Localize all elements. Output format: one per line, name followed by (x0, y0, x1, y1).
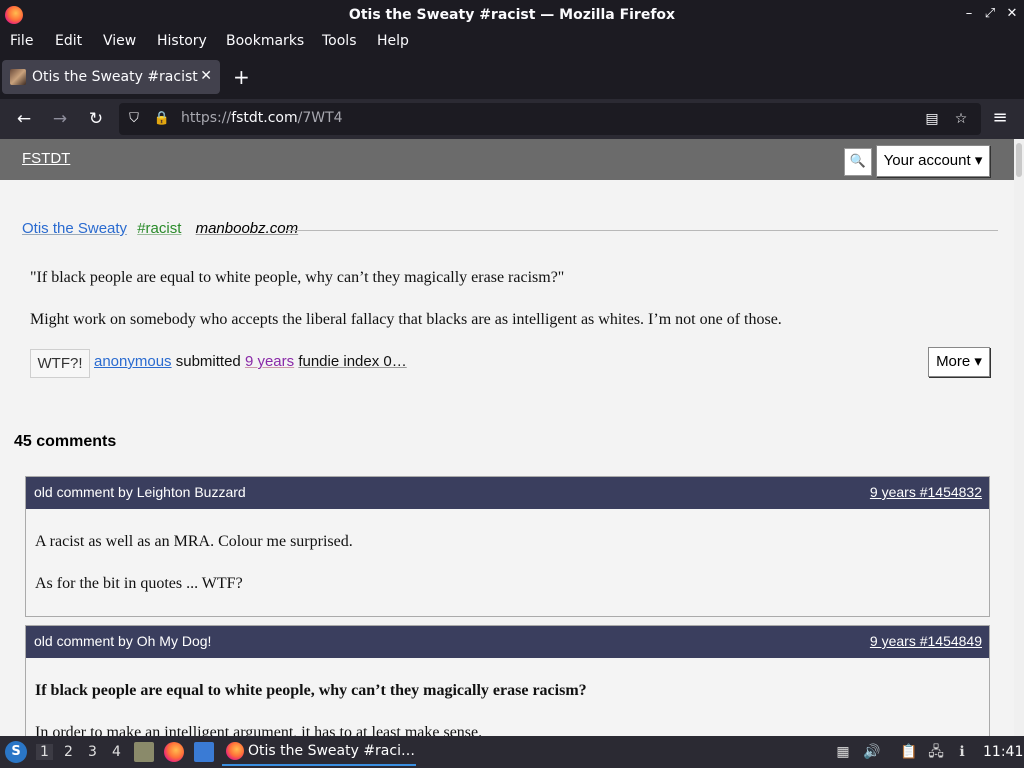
scrollbar[interactable] (1014, 139, 1024, 736)
url-text[interactable]: https://fstdt.com/7WT4 (181, 110, 343, 126)
quote-tag-link[interactable]: #racist (137, 220, 181, 237)
quote-author-link[interactable]: Otis the Sweaty (22, 220, 127, 237)
more-button[interactable]: More ▾ (928, 347, 990, 377)
tracking-shield-icon[interactable]: ⛉ (125, 110, 143, 128)
submission-info: anonymous submitted 9 years fundie index… (94, 353, 407, 370)
site-brand-link[interactable]: FSTDT (22, 150, 70, 167)
comment-quoted-text: If black people are equal to white peopl… (35, 682, 587, 699)
comment-author: old comment by Leighton Buzzard (34, 484, 246, 500)
start-menu-icon[interactable]: S (5, 741, 27, 763)
restore-icon[interactable]: ⤢ (982, 6, 998, 22)
notification-icon[interactable]: ℹ (953, 743, 971, 761)
quote-header: Otis the Sweaty #racist manboobz.com (22, 220, 998, 240)
hamburger-menu-icon[interactable]: ≡ (990, 107, 1010, 131)
forward-arrow-icon[interactable]: → (48, 107, 72, 131)
submitted-text: submitted (175, 353, 241, 370)
close-tab-icon[interactable]: ✕ (200, 68, 212, 84)
comment-card: old comment by Leighton Buzzard 9 years … (25, 476, 990, 617)
menu-edit[interactable]: Edit (55, 33, 82, 49)
reader-view-icon[interactable]: ▤ (923, 110, 941, 128)
scrollbar-thumb[interactable] (1016, 143, 1022, 177)
comment-paragraph: As for the bit in quotes ... WTF? (35, 575, 243, 592)
lock-icon[interactable]: 🔒 (153, 110, 171, 128)
back-arrow-icon[interactable]: ← (12, 107, 36, 131)
fundie-index[interactable]: fundie index 0… (298, 353, 406, 370)
close-window-icon[interactable]: ✕ (1004, 6, 1020, 22)
window-title: Otis the Sweaty #racist — Mozilla Firefo… (348, 7, 676, 23)
comment-header: old comment by Leighton Buzzard 9 years … (26, 477, 989, 509)
web-page: FSTDT 🔍 Your account ▾ Otis the Sweaty #… (0, 139, 1024, 736)
comment-card: old comment by Oh My Dog! 9 years #14548… (25, 625, 990, 736)
bookmark-star-icon[interactable]: ☆ (952, 110, 970, 128)
comment-author: old comment by Oh My Dog! (34, 633, 212, 649)
taskbar: S 1 2 3 4 Otis the Sweaty #raci… ▦ 🔊 📋 🖧… (0, 736, 1024, 768)
tab-label: Otis the Sweaty #racist (32, 69, 198, 85)
workspace-2[interactable]: 2 (64, 744, 73, 760)
wtf-vote-button[interactable]: WTF?! (30, 349, 90, 378)
submitter-link[interactable]: anonymous (94, 353, 172, 370)
minimize-icon[interactable]: – (961, 6, 977, 22)
window-titlebar: Otis the Sweaty #racist — Mozilla Firefo… (0, 0, 1024, 30)
navigation-bar: ← → ↻ ⛉ 🔒 https://fstdt.com/7WT4 ▤ ☆ ≡ (0, 99, 1024, 139)
comment-paragraph: In order to make an intelligent argument… (35, 724, 483, 736)
tab-strip: Otis the Sweaty #racist ✕ + (0, 53, 1024, 99)
taskbar-task-firefox[interactable]: Otis the Sweaty #raci… (222, 738, 416, 766)
tab-active[interactable]: Otis the Sweaty #racist ✕ (2, 60, 220, 94)
menu-file[interactable]: File (10, 33, 33, 49)
search-icon[interactable]: 🔍 (844, 148, 872, 176)
firefox-task-icon (226, 742, 244, 760)
clipboard-icon[interactable]: 📋 (900, 743, 918, 761)
clock: 11:41 (983, 744, 1024, 760)
menu-view[interactable]: View (103, 33, 136, 49)
quote-paragraph: Might work on somebody who accepts the l… (30, 311, 782, 328)
favicon-icon (10, 69, 26, 85)
comment-permalink[interactable]: 9 years #1454849 (870, 633, 982, 649)
file-manager-icon[interactable] (134, 742, 154, 762)
header-divider (286, 230, 998, 231)
workspace-3[interactable]: 3 (88, 744, 97, 760)
new-tab-plus-icon[interactable]: + (233, 65, 250, 89)
reload-icon[interactable]: ↻ (84, 107, 108, 131)
tray-notes-icon[interactable]: ▦ (834, 743, 852, 761)
quote-paragraph: "If black people are equal to white peop… (30, 269, 565, 286)
menu-bookmarks[interactable]: Bookmarks (226, 33, 304, 49)
your-account-button[interactable]: Your account ▾ (876, 145, 990, 177)
firefox-launcher-icon[interactable] (164, 742, 184, 762)
quote-source-link[interactable]: manboobz.com (196, 220, 299, 237)
network-icon[interactable]: 🖧 (927, 743, 945, 761)
volume-icon[interactable]: 🔊 (863, 743, 881, 761)
site-header: FSTDT 🔍 Your account ▾ (0, 139, 1014, 180)
workspace-4[interactable]: 4 (112, 744, 121, 760)
menu-history[interactable]: History (157, 33, 207, 49)
menu-bar: File Edit View History Bookmarks Tools H… (0, 30, 1024, 52)
menu-tools[interactable]: Tools (322, 33, 357, 49)
workspace-1[interactable]: 1 (36, 744, 53, 760)
submission-age-link[interactable]: 9 years (245, 353, 294, 370)
comments-heading: 45 comments (14, 433, 117, 450)
comment-paragraph: A racist as well as an MRA. Colour me su… (35, 533, 353, 550)
url-bar[interactable]: ⛉ 🔒 https://fstdt.com/7WT4 ▤ ☆ (119, 103, 981, 135)
task-label: Otis the Sweaty #raci… (248, 743, 415, 759)
menu-help[interactable]: Help (377, 33, 409, 49)
comment-permalink[interactable]: 9 years #1454832 (870, 484, 982, 500)
comment-header: old comment by Oh My Dog! 9 years #14548… (26, 626, 989, 658)
desktop-icon[interactable] (194, 742, 214, 762)
